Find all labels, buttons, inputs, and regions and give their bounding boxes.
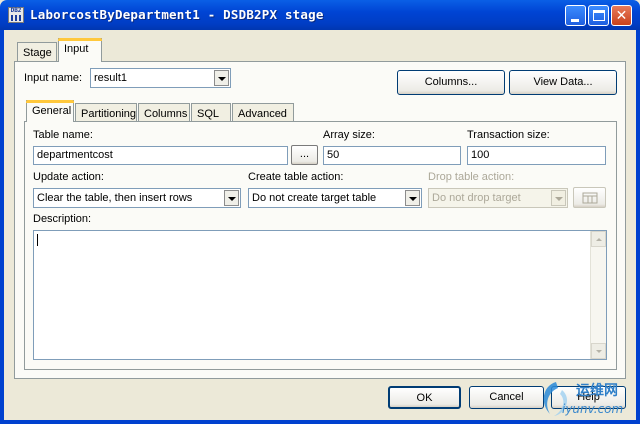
tab-general-label: General [32,105,72,117]
tab-columns[interactable]: Columns [138,103,190,123]
tab-partitioning-label: Partitioning [81,108,137,120]
tab-sql[interactable]: SQL [191,103,231,123]
tab-columns-label: Columns [144,108,188,120]
ok-button[interactable]: OK [388,386,461,409]
table-name-label: Table name: [33,129,93,141]
scroll-down-icon[interactable] [591,343,606,359]
tab-input-label: Input [64,43,89,55]
tab-sql-label: SQL [197,108,220,120]
tab-partitioning[interactable]: Partitioning [75,103,137,123]
transaction-size-input[interactable]: 100 [467,146,606,165]
input-name-select[interactable]: result1 [90,68,231,88]
window-title: LaborcostByDepartment1 - DSDB2PX stage [30,7,324,22]
scroll-up-icon[interactable] [591,231,606,247]
tab-general[interactable]: General [26,100,74,122]
text-caret [37,234,38,246]
input-name-label: Input name: [24,72,83,84]
chevron-down-icon[interactable] [224,190,239,206]
columns-button-label: Columns... [424,76,478,88]
close-icon: ✕ [615,7,628,23]
watermark-url: iyunv.com [562,402,624,416]
update-action-value: Clear the table, then insert rows [37,192,193,204]
chevron-down-icon[interactable] [405,190,420,206]
view-data-button-label: View Data... [533,76,593,88]
input-name-value: result1 [94,72,128,84]
drop-table-options-button [573,187,606,208]
title-bar[interactable]: DB2 LaborcostByDepartment1 - DSDB2PX sta… [0,0,640,30]
chevron-down-icon [551,190,566,206]
array-size-label: Array size: [323,129,375,141]
description-textarea[interactable] [33,230,607,360]
transaction-size-label: Transaction size: [467,129,550,141]
close-button[interactable]: ✕ [611,5,632,26]
site-watermark: 运维网 iyunv.com [540,378,640,422]
description-label: Description: [33,213,92,225]
minimize-icon [571,19,579,22]
maximize-button[interactable] [588,5,609,26]
app-icon-label: DB2 [10,7,22,14]
create-table-action-select[interactable]: Do not create target table [248,188,422,208]
view-data-button[interactable]: View Data... [509,70,617,95]
create-table-action-value: Do not create target table [252,192,377,204]
window-frame-right [636,30,640,424]
columns-button[interactable]: Columns... [397,70,505,95]
create-table-action-label: Create table action: [248,171,344,183]
update-action-select[interactable]: Clear the table, then insert rows [33,188,241,208]
cancel-button-label: Cancel [489,391,524,403]
ok-button-label: OK [416,392,433,404]
table-grid-icon [582,192,597,204]
tab-input[interactable]: Input [58,38,102,62]
table-name-input[interactable]: departmentcost [33,146,288,165]
drop-table-action-value: Do not drop target [432,192,521,204]
tab-advanced[interactable]: Advanced [232,103,294,123]
minimize-button[interactable] [565,5,586,26]
db2-app-icon: DB2 [8,7,24,23]
tab-stage-label: Stage [23,47,52,59]
maximize-icon [593,10,605,21]
tab-stage[interactable]: Stage [17,42,57,62]
update-action-label: Update action: [33,171,104,183]
browse-table-button[interactable]: ... [291,145,318,165]
tab-advanced-label: Advanced [238,108,287,120]
cancel-button[interactable]: Cancel [469,386,544,409]
chevron-down-icon[interactable] [214,70,229,86]
watermark-text: 运维网 [576,383,618,399]
array-size-input[interactable]: 50 [323,146,461,165]
browse-ellipsis-label: ... [299,148,310,160]
drop-table-action-select: Do not drop target [428,188,568,208]
window-frame-left [0,30,4,424]
description-scrollbar[interactable] [590,231,606,359]
drop-table-action-label: Drop table action: [428,171,515,183]
